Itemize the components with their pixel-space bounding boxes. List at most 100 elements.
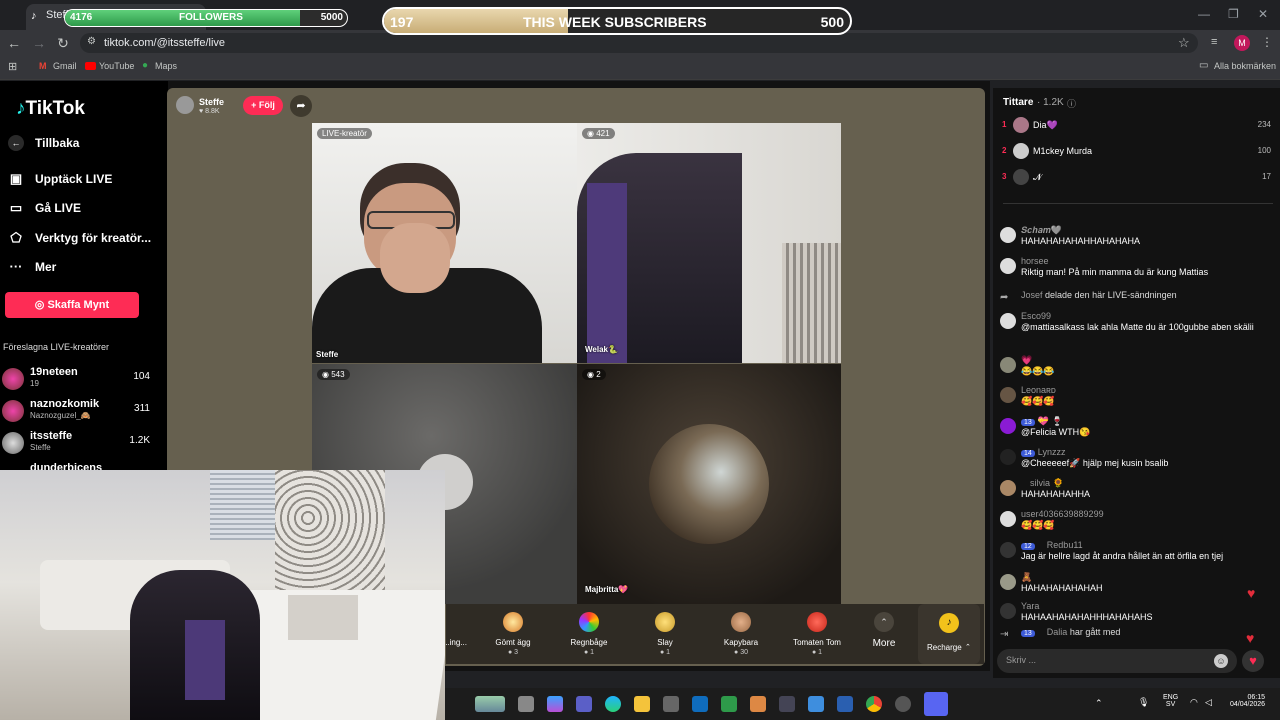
share-icon[interactable]: ➦: [290, 95, 312, 117]
gift-item[interactable]: Tomaten Tom ● 1: [782, 608, 852, 656]
sidebar-item-more[interactable]: ··· Mer: [8, 255, 166, 279]
tiktok-logo[interactable]: ♪TikTok: [16, 98, 85, 120]
follow-button[interactable]: + Följ: [243, 96, 283, 115]
gift-bar: ...ing... Gömt ägg ● 3 Regnbåge ● 1 Slay…: [443, 604, 984, 664]
host-name[interactable]: Steffe: [199, 97, 224, 107]
reading-list-icon[interactable]: ≡: [1211, 36, 1217, 48]
gift-price: ● 3: [507, 649, 519, 656]
avatar: [1013, 143, 1029, 159]
url-bar[interactable]: [80, 33, 1198, 53]
photos-icon[interactable]: [808, 696, 824, 712]
speaker-icon[interactable]: ◁: [1205, 697, 1212, 708]
gift-item[interactable]: Kapybara ● 30: [706, 608, 776, 656]
maximize-icon[interactable]: ❐: [1228, 7, 1239, 21]
recharge-button[interactable]: ♪ Recharge ⌃: [918, 604, 980, 664]
floating-heart-icon: ♥: [1246, 630, 1255, 646]
folder-icon: ▭: [1199, 60, 1209, 71]
edge-icon[interactable]: [605, 696, 621, 712]
chrome-icon[interactable]: [866, 696, 882, 712]
sidebar-item-creator-tools[interactable]: ⬠ Verktyg för kreatör...: [8, 226, 166, 250]
app-icon[interactable]: [779, 696, 795, 712]
file-explorer-icon[interactable]: [634, 696, 650, 712]
live-creator-badge: LIVE-kreatör: [317, 128, 372, 139]
window-blinds: [210, 470, 280, 540]
video-tile-host[interactable]: LIVE-kreatör Steffe: [312, 123, 577, 363]
avatar: [1000, 449, 1016, 465]
profile-avatar[interactable]: M: [1234, 35, 1250, 51]
reload-icon[interactable]: ↻: [55, 35, 71, 51]
capybara-icon: [731, 612, 751, 632]
viewer-badge: ◉ 2: [582, 369, 606, 380]
slay-icon: [655, 612, 675, 632]
avatar: [1000, 258, 1016, 274]
like-heart-icon[interactable]: ♥: [1242, 650, 1264, 672]
creator-item[interactable]: dunderbicens: [2, 462, 152, 470]
mic-icon[interactable]: 🎙: [1138, 697, 1149, 708]
emoji-icon[interactable]: ☺: [1214, 654, 1228, 668]
forward-arrow-icon[interactable]: →: [31, 35, 47, 51]
viewer-badge: ◉ 421: [582, 128, 615, 139]
menu-kebab-icon[interactable]: ⋮: [1261, 35, 1273, 49]
followers-goal-bar: 4176 FOLLOWERS 5000: [64, 9, 348, 27]
language-indicator[interactable]: ENG SV: [1163, 694, 1178, 708]
avatar: [2, 400, 24, 422]
tile-label: Welak🐍: [585, 345, 618, 354]
chevron-up-icon[interactable]: ⌃: [1095, 698, 1103, 709]
more-icon: ···: [9, 259, 23, 274]
discord-icon[interactable]: [924, 692, 948, 716]
sidebar-item-go-live[interactable]: ▭ Gå LIVE: [8, 196, 166, 220]
store-icon[interactable]: [663, 696, 679, 712]
gift-item[interactable]: Gömt ägg ● 3: [478, 608, 548, 656]
gift-item[interactable]: Regnbåge ● 1: [554, 608, 624, 656]
back-arrow-icon[interactable]: ←: [6, 35, 22, 51]
close-icon[interactable]: ✕: [1258, 7, 1268, 21]
avatar: [1000, 511, 1016, 527]
top-viewer-row[interactable]: 1 Dia💜 234: [1001, 117, 1271, 139]
chair-accent: [587, 183, 627, 363]
host-likes: ♥ 8.8K: [199, 108, 220, 115]
url-text[interactable]: tiktok.com/@itssteffe/live: [104, 37, 225, 49]
sidebar-item-discover-live[interactable]: ▣ Upptäck LIVE: [8, 167, 166, 191]
top-viewer-row[interactable]: 3 𝓝 17: [1001, 169, 1271, 191]
video-tile-guest[interactable]: ◉ 421 Welak🐍: [577, 123, 841, 363]
chat-input[interactable]: Skriv ...: [997, 649, 1237, 673]
m365-icon[interactable]: [750, 696, 766, 712]
get-coins-button[interactable]: ◎ Skaffa Mynt: [5, 292, 139, 318]
more-gifts-button[interactable]: ⌃ More: [849, 608, 919, 649]
host-avatar[interactable]: [176, 96, 194, 114]
creator-item[interactable]: itssteffe Steffe 1.2K: [2, 430, 152, 460]
minimize-icon[interactable]: —: [1198, 7, 1210, 21]
weather-widget-icon[interactable]: [475, 696, 505, 712]
task-view-icon[interactable]: [518, 696, 534, 712]
defender-icon[interactable]: [721, 696, 737, 712]
teams-icon[interactable]: [576, 696, 592, 712]
app-icon[interactable]: [837, 696, 853, 712]
video-tile-guest[interactable]: ◉ 2 Majbritta💖: [577, 364, 841, 604]
live-tv-icon: ▣: [9, 171, 23, 186]
bookmark-gmail[interactable]: Gmail: [53, 61, 77, 71]
app-icon[interactable]: [895, 696, 911, 712]
tomato-icon: [807, 612, 827, 632]
bookmark-youtube[interactable]: YouTube: [99, 61, 134, 71]
bookmark-maps[interactable]: Maps: [155, 61, 177, 71]
subscribers-goal-bar: 197 THIS WEEK SUBSCRIBERS 500: [382, 7, 852, 35]
bookmark-star-icon[interactable]: ☆: [1178, 35, 1190, 51]
gift-price: ● 1: [659, 649, 671, 656]
rainbow-icon: [579, 612, 599, 632]
back-link[interactable]: ← Tillbaka: [8, 131, 166, 155]
all-bookmarks[interactable]: Alla bokmärken: [1214, 61, 1276, 71]
outlook-icon[interactable]: [692, 696, 708, 712]
avatar: [1000, 418, 1016, 434]
top-viewer-row[interactable]: 2 M1ckey Murda 100: [1001, 143, 1271, 165]
info-icon[interactable]: ⓘ: [1067, 97, 1076, 110]
gift-item[interactable]: Slay ● 1: [630, 608, 700, 656]
apps-grid-icon[interactable]: ⊞: [8, 60, 17, 73]
wifi-icon[interactable]: ◠: [1190, 697, 1198, 708]
copilot-icon[interactable]: [547, 696, 563, 712]
clock[interactable]: 06:15 04/04/2026: [1230, 694, 1265, 708]
creator-item[interactable]: naznozkomik Naznozguzel_🙈 311: [2, 398, 152, 428]
creator-item[interactable]: 19neteen 19 104: [2, 366, 152, 396]
tools-icon: ⬠: [10, 230, 22, 245]
site-info-icon[interactable]: ⚙: [87, 36, 96, 47]
camera-icon: ▭: [9, 200, 23, 215]
